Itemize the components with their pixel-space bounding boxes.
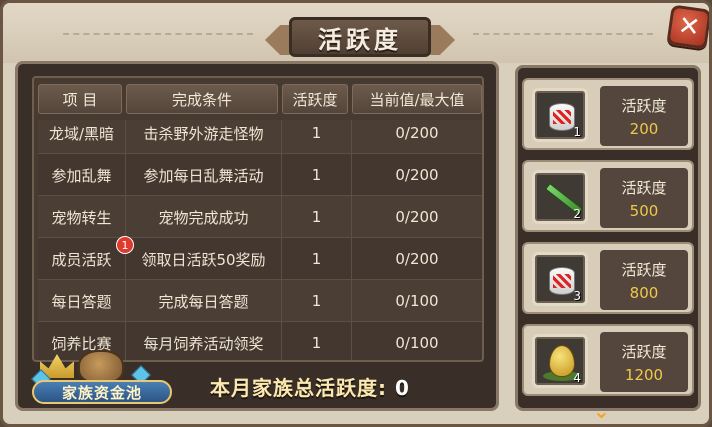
reward-panel: 1 活跃度 200 2 活跃度 500 3 活跃度 800 4 活跃度 1200 bbox=[515, 65, 701, 411]
decor-line bbox=[63, 33, 253, 35]
table-row: 宠物转生 宠物完成成功 1 0/200 bbox=[38, 196, 482, 238]
reward-info: 活跃度 800 bbox=[600, 250, 688, 310]
row-condition: 参加每日乱舞活动 bbox=[126, 154, 282, 196]
table-row: 每日答题 完成每日答题 1 0/100 bbox=[38, 280, 482, 322]
row-progress: 0/200 bbox=[395, 124, 439, 142]
reward-icon-slot[interactable]: 2 bbox=[532, 170, 588, 224]
row-progress: 0/100 bbox=[395, 334, 439, 352]
table-row: 参加乱舞 参加每日乱舞活动 1 0/200 bbox=[38, 154, 482, 196]
monthly-total-label: 本月家族总活跃度: bbox=[210, 376, 387, 400]
reward-value: 200 bbox=[629, 119, 659, 138]
drum-icon bbox=[549, 103, 575, 131]
table-header: 项 目 完成条件 活跃度 当前值/最大值 bbox=[38, 84, 482, 116]
row-item: 每日答题 bbox=[38, 280, 126, 322]
row-progress: 0/200 bbox=[395, 208, 439, 226]
close-icon: ✕ bbox=[676, 10, 702, 44]
row-progress: 0/100 bbox=[395, 292, 439, 310]
reward-tier[interactable]: 3 活跃度 800 bbox=[522, 242, 694, 314]
reward-tier[interactable]: 4 活跃度 1200 bbox=[522, 324, 694, 396]
row-condition: 领取日活跃50奖励 bbox=[126, 238, 282, 280]
reward-count: 3 bbox=[573, 289, 581, 303]
row-activity: 1 bbox=[282, 154, 352, 196]
reward-tier[interactable]: 2 活跃度 500 bbox=[522, 160, 694, 232]
reward-icon-slot[interactable]: 4 bbox=[532, 334, 588, 388]
reward-label: 活跃度 bbox=[621, 96, 667, 115]
row-activity: 1 bbox=[282, 196, 352, 238]
reward-count: 1 bbox=[573, 125, 581, 139]
reward-label: 活跃度 bbox=[621, 260, 667, 279]
reward-tier[interactable]: 1 活跃度 200 bbox=[522, 78, 694, 150]
scroll-down-icon[interactable]: ⌄ bbox=[593, 399, 610, 423]
row-condition: 击杀野外游走怪物 bbox=[126, 120, 282, 154]
activity-table-panel: 项 目 完成条件 活跃度 当前值/最大值 龙域/黑暗 击杀野外游走怪物 1 0/… bbox=[15, 61, 499, 411]
money-bag-icon bbox=[78, 350, 124, 384]
reward-count: 4 bbox=[573, 371, 581, 385]
table-row: 龙域/黑暗 击杀野外游走怪物 1 0/200 bbox=[38, 120, 482, 154]
monthly-total: 本月家族总活跃度: 0 bbox=[210, 372, 410, 401]
egg-icon bbox=[549, 345, 575, 377]
row-item: 宠物转生 bbox=[38, 196, 126, 238]
notification-badge: 1 bbox=[116, 236, 134, 254]
row-activity: 1 bbox=[282, 238, 352, 280]
reward-icon-slot[interactable]: 1 bbox=[532, 88, 588, 142]
header-progress: 当前值/最大值 bbox=[352, 84, 482, 114]
row-condition: 宠物完成成功 bbox=[126, 196, 282, 238]
reward-info: 活跃度 1200 bbox=[600, 332, 688, 392]
reward-icon-slot[interactable]: 3 bbox=[532, 252, 588, 306]
row-item: 成员活跃 bbox=[38, 238, 126, 280]
row-condition: 完成每日答题 bbox=[126, 280, 282, 322]
header-activity: 活跃度 bbox=[282, 84, 348, 114]
title-plate: 活跃度 bbox=[289, 17, 431, 57]
reward-value: 800 bbox=[629, 283, 659, 302]
row-item: 参加乱舞 bbox=[38, 154, 126, 196]
reward-info: 活跃度 500 bbox=[600, 168, 688, 228]
table-body[interactable]: 龙域/黑暗 击杀野外游走怪物 1 0/200 参加乱舞 参加每日乱舞活动 1 0… bbox=[38, 120, 482, 360]
header-condition: 完成条件 bbox=[126, 84, 278, 114]
table-row: 成员活跃 领取日活跃50奖励 1 0/200 bbox=[38, 238, 482, 280]
family-fund-label: 家族资金池 bbox=[32, 380, 172, 404]
activity-table: 项 目 完成条件 活跃度 当前值/最大值 龙域/黑暗 击杀野外游走怪物 1 0/… bbox=[32, 76, 484, 362]
reward-label: 活跃度 bbox=[621, 342, 667, 361]
reward-label: 活跃度 bbox=[621, 178, 667, 197]
row-activity: 1 bbox=[282, 322, 352, 360]
close-button[interactable]: ✕ bbox=[666, 4, 709, 50]
drum-icon bbox=[549, 267, 575, 295]
reward-count: 2 bbox=[573, 207, 581, 221]
activity-window: 活跃度 ✕ 项 目 完成条件 活跃度 当前值/最大值 龙域/黑暗 击杀野外游走怪… bbox=[0, 0, 712, 427]
header-item: 项 目 bbox=[38, 84, 122, 114]
row-activity: 1 bbox=[282, 120, 352, 154]
window-title: 活跃度 bbox=[318, 25, 402, 54]
reward-value: 1200 bbox=[624, 365, 664, 384]
row-item: 龙域/黑暗 bbox=[38, 120, 126, 154]
reward-value: 500 bbox=[629, 201, 659, 220]
reward-info: 活跃度 200 bbox=[600, 86, 688, 146]
row-progress: 0/200 bbox=[395, 166, 439, 184]
title-banner: 活跃度 bbox=[265, 13, 455, 59]
monthly-total-value: 0 bbox=[394, 376, 410, 400]
row-progress: 0/200 bbox=[395, 250, 439, 268]
row-activity: 1 bbox=[282, 280, 352, 322]
family-fund-button[interactable]: 家族资金池 bbox=[26, 348, 176, 408]
decor-line bbox=[473, 33, 653, 35]
